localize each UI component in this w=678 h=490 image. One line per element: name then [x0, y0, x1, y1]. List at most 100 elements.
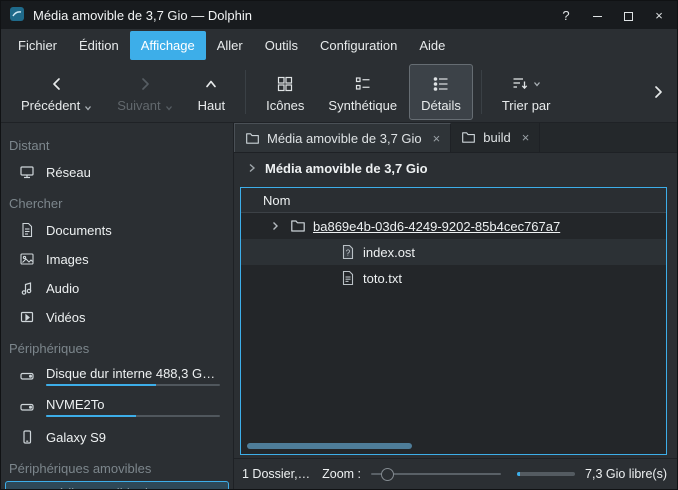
- back-button[interactable]: Précédent: [9, 64, 105, 120]
- folder-view[interactable]: Nom ba869e4b-03d6-4249-9202-85b4cec767a7…: [240, 187, 667, 455]
- chevron-right-icon: [649, 83, 667, 101]
- close-button[interactable]: ×: [652, 8, 666, 23]
- up-label: Haut: [198, 98, 225, 113]
- sort-by-button[interactable]: Trier par: [490, 64, 563, 120]
- file-row-index-ost[interactable]: ? index.ost: [241, 239, 666, 265]
- dropdown-caret-icon: [164, 103, 174, 113]
- main-toolbar: Précédent Suivant Haut Icônes: [1, 62, 677, 123]
- icons-view-icon: [276, 72, 294, 96]
- section-header-peripheriques-amovibles: Périphériques amovibles: [1, 452, 233, 480]
- sidebar-item-disque-dur-interne[interactable]: Disque dur interne 488,3 G…: [5, 361, 229, 391]
- svg-text:?: ?: [346, 249, 351, 258]
- scrollbar-thumb[interactable]: [247, 443, 412, 449]
- chevron-right-icon: [136, 72, 154, 96]
- sidebar-item-nvme2to[interactable]: NVME2To: [5, 392, 229, 422]
- minimize-icon: [593, 16, 602, 17]
- section-header-peripheriques: Périphériques: [1, 332, 233, 360]
- folder-icon: [245, 131, 260, 146]
- chevron-up-icon: [202, 72, 220, 96]
- tab-build[interactable]: build ×: [451, 123, 540, 152]
- horizontal-scrollbar[interactable]: [247, 443, 660, 449]
- titlebar[interactable]: Média amovible de 3,7 Gio — Dolphin ? ×: [1, 1, 677, 29]
- tab-label: build: [483, 130, 510, 145]
- sort-by-label: Trier par: [502, 98, 551, 113]
- sidebar-item-media-amovible[interactable]: Média amovible de 3,7 …: [5, 481, 229, 489]
- folder-icon: [289, 218, 307, 234]
- status-summary: 1 Dossier,…ers (99 o): [242, 467, 312, 481]
- sidebar-item-documents[interactable]: Documents: [5, 216, 229, 244]
- sidebar-item-audio[interactable]: Audio: [5, 274, 229, 302]
- sidebar-item-images[interactable]: Images: [5, 245, 229, 273]
- menu-affichage[interactable]: Affichage: [130, 31, 206, 60]
- details-view-icon: [432, 72, 450, 96]
- sidebar-item-label: Média amovible de 3,7 …: [46, 486, 193, 489]
- menu-aide[interactable]: Aide: [408, 31, 456, 60]
- chevron-right-icon: [246, 162, 258, 174]
- compact-view-label: Synthétique: [328, 98, 397, 113]
- breadcrumb-location[interactable]: Média amovible de 3,7 Gio: [265, 161, 428, 176]
- eject-icon[interactable]: [207, 487, 220, 489]
- sidebar-item-label: Documents: [46, 223, 112, 238]
- network-icon: [18, 163, 36, 181]
- zoom-slider[interactable]: [371, 466, 501, 482]
- audio-icon: [18, 279, 36, 297]
- sidebar-item-videos[interactable]: Vidéos: [5, 303, 229, 331]
- sidebar-item-label: Images: [46, 252, 89, 267]
- menu-outils[interactable]: Outils: [254, 31, 309, 60]
- details-view-button[interactable]: Détails: [409, 64, 473, 120]
- dolphin-window: Média amovible de 3,7 Gio — Dolphin ? × …: [0, 0, 678, 490]
- forward-button[interactable]: Suivant: [105, 64, 185, 120]
- help-button[interactable]: ?: [559, 8, 573, 23]
- zoom-label: Zoom :: [322, 467, 361, 481]
- close-icon[interactable]: ×: [433, 131, 441, 146]
- breadcrumb[interactable]: Média amovible de 3,7 Gio: [234, 153, 677, 183]
- sidebar-item-label: NVME2To: [46, 397, 220, 412]
- section-header-chercher: Chercher: [1, 187, 233, 215]
- sidebar-item-label: Audio: [46, 281, 79, 296]
- menu-fichier[interactable]: Fichier: [7, 31, 68, 60]
- forward-label: Suivant: [117, 98, 160, 113]
- sidebar-item-label: Galaxy S9: [46, 430, 106, 445]
- menu-aller[interactable]: Aller: [206, 31, 254, 60]
- column-header-nom[interactable]: Nom: [241, 188, 666, 213]
- phone-icon: [18, 428, 36, 446]
- menu-edition[interactable]: Édition: [68, 31, 130, 60]
- sidebar-item-galaxy-s9[interactable]: Galaxy S9: [5, 423, 229, 451]
- toolbar-overflow-button[interactable]: [647, 83, 669, 101]
- video-icon: [18, 308, 36, 326]
- minimize-button[interactable]: [590, 8, 604, 23]
- menu-configuration[interactable]: Configuration: [309, 31, 408, 60]
- sort-icon: [511, 75, 529, 93]
- dropdown-caret-icon: [532, 79, 542, 89]
- free-space-bar: [517, 472, 575, 476]
- menubar: Fichier Édition Affichage Aller Outils C…: [1, 29, 677, 62]
- app-icon: [9, 6, 25, 25]
- file-name[interactable]: ba869e4b-03d6-4249-9202-85b4cec767a7: [313, 219, 560, 234]
- disk-usage-bar: [46, 415, 220, 417]
- details-view-label: Détails: [421, 98, 461, 113]
- icons-view-button[interactable]: Icônes: [254, 64, 316, 120]
- chevron-left-icon: [48, 72, 66, 96]
- compact-view-button[interactable]: Synthétique: [316, 64, 409, 120]
- up-button[interactable]: Haut: [186, 64, 237, 120]
- tab-label: Média amovible de 3,7 Gio: [267, 131, 422, 146]
- free-space-label: 7,3 Gio libre(s): [585, 467, 667, 481]
- document-icon: [18, 221, 36, 239]
- file-name[interactable]: toto.txt: [363, 271, 402, 286]
- tab-media-amovible[interactable]: Média amovible de 3,7 Gio ×: [234, 123, 451, 152]
- file-row-toto-txt[interactable]: toto.txt: [241, 265, 666, 291]
- window-controls: ? ×: [559, 8, 669, 23]
- file-name[interactable]: index.ost: [363, 245, 415, 260]
- zoom-slider-handle[interactable]: [381, 468, 394, 481]
- file-row-folder[interactable]: ba869e4b-03d6-4249-9202-85b4cec767a7: [241, 213, 666, 239]
- window-title: Média amovible de 3,7 Gio — Dolphin: [33, 8, 252, 23]
- close-icon[interactable]: ×: [522, 130, 530, 145]
- sidebar-item-label: Disque dur interne 488,3 G…: [46, 366, 220, 381]
- sidebar-item-label: Réseau: [46, 165, 91, 180]
- tab-bar: Média amovible de 3,7 Gio × build ×: [234, 123, 677, 153]
- places-panel: Distant Réseau Chercher Documents Images: [1, 123, 234, 489]
- sidebar-item-reseau[interactable]: Réseau: [5, 158, 229, 186]
- sd-card-icon: [18, 487, 36, 489]
- maximize-button[interactable]: [621, 8, 635, 23]
- expander-icon[interactable]: [267, 220, 283, 232]
